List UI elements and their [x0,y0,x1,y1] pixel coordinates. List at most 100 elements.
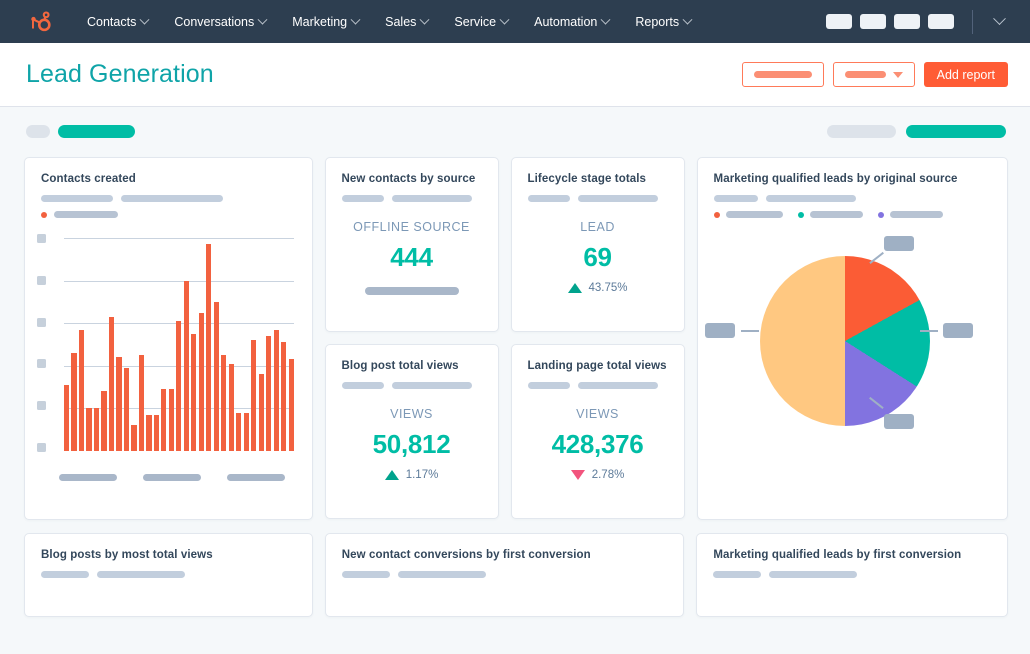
nav-utility-group [826,9,1016,34]
bar [176,321,182,451]
subtitle-bar [341,382,384,389]
bar [93,408,100,451]
add-report-button[interactable]: Add report [923,62,1008,87]
bar [251,340,257,451]
nav-utility-placeholder[interactable] [860,14,886,29]
card-new-contacts-by-source[interactable]: New contacts by source OFFLINE SOURCE 44… [324,157,499,332]
nav-item-automation[interactable]: Automation [521,0,622,43]
x-axis-labels [25,466,312,481]
nav-utility-placeholder[interactable] [894,14,920,29]
nav-item-conversations[interactable]: Conversations [161,0,279,43]
metric-label: LEAD [580,220,615,234]
card-title: Marketing qualified leads by first conve… [713,549,962,561]
y-axis-tick-placeholder [37,442,46,452]
bar [183,280,189,451]
nav-item-label: Conversations [174,14,255,29]
card-subtitle-placeholders [326,561,684,578]
legend-label-placeholder [889,211,943,218]
y-axis-tick-placeholder [37,401,46,411]
secondary-action-button[interactable] [741,62,824,87]
chevron-down-icon [419,14,430,29]
bar [161,389,167,451]
bar [288,359,294,451]
subtitle-bar [391,382,472,389]
bar [168,389,174,451]
card-title: New contacts by source [341,173,476,185]
card-blog-posts-by-most-total-views[interactable]: Blog posts by most total views [24,533,313,617]
card-title: Blog post total views [341,360,459,372]
subtitle-bar [577,195,658,202]
metric-delta: 1.17% [326,469,498,481]
legend-label-placeholder [54,211,118,218]
triangle-up-icon [384,470,399,480]
dropdown-action-button[interactable] [832,62,915,87]
chevron-down-icon [600,14,611,29]
nav-utility-placeholder[interactable] [826,14,852,29]
y-axis-tick-placeholder [37,275,46,285]
bar [116,357,122,451]
card-contacts-created[interactable]: Contacts created [24,157,313,520]
card-mql-by-original-source[interactable]: Marketing qualified leads by original so… [696,157,1008,520]
card-landing-page-total-views[interactable]: Landing page total views VIEWS 428,376 2… [510,344,685,519]
bar [273,329,279,451]
nav-item-label: Reports [635,14,680,29]
bar [101,391,107,451]
nav-item-label: Marketing [292,14,348,29]
nav-item-label: Sales [385,14,417,29]
pie-callout-label [883,414,914,429]
pie-callout-leader [919,330,938,332]
bar [198,312,204,451]
x-axis-label-placeholder [59,474,117,481]
nav-item-label: Automation [534,14,598,29]
legend-dot-icon [877,211,884,218]
pie-chart-area [698,224,1007,482]
bar [213,301,219,451]
y-axis-tick-placeholder [37,234,46,243]
bar [146,414,152,451]
nav-item-reports[interactable]: Reports [622,0,704,43]
pie-legend [698,202,1007,218]
delta-value: 2.78% [591,469,625,481]
subtitle-bar [341,195,384,202]
y-axis-labels [37,234,49,452]
dashboard-row-2: Blog posts by most total views New conta… [24,533,1008,617]
subtitle-bar [577,382,658,389]
card-mql-by-first-conversion[interactable]: Marketing qualified leads by first conve… [696,533,1008,617]
redacted-label [844,71,886,78]
nav-item-contacts[interactable]: Contacts [74,0,161,43]
card-new-contact-conversions-by-first-conversion[interactable]: New contact conversions by first convers… [324,533,685,617]
subtitle-bar [121,195,223,202]
filter-chip-active[interactable] [58,124,135,138]
legend-dot-icon [797,211,804,218]
card-title: Blog posts by most total views [41,549,213,561]
nav-item-service[interactable]: Service [441,0,521,43]
bar [221,355,227,451]
filter-bar-left [26,124,135,138]
y-axis-tick-placeholder [37,317,46,327]
filter-chip-placeholder[interactable] [26,124,50,138]
y-axis-tick-placeholder [37,359,46,369]
legend-entry [877,211,943,218]
legend-label-placeholder [725,211,783,218]
nav-item-marketing[interactable]: Marketing [279,0,372,43]
nav-utility-placeholder[interactable] [928,14,954,29]
metric-value: 444 [390,242,433,272]
account-chevron-down-icon[interactable] [993,12,1006,26]
add-report-label: Add report [936,67,995,82]
card-subtitle-placeholders [512,372,684,389]
filter-chip-active[interactable] [906,124,1006,138]
hubspot-sprocket-logo[interactable] [26,9,52,35]
filter-chip-placeholder[interactable] [827,124,896,138]
nav-item-sales[interactable]: Sales [372,0,441,43]
card-blog-post-total-views[interactable]: Blog post total views VIEWS 50,812 1.17% [324,344,499,519]
card-subtitle-placeholders [25,185,312,202]
x-axis-label-placeholder [227,474,285,481]
triangle-down-icon [570,470,585,480]
card-lifecycle-stage-totals[interactable]: Lifecycle stage totals LEAD 69 43.75% [510,157,685,332]
card-subtitle-placeholders [326,185,498,202]
bar [206,244,212,451]
subtitle-bar [41,195,113,202]
header-actions: Add report [741,62,1008,87]
dashboard-grid: Contacts created New contacts by source … [0,151,1030,617]
metric-value: 69 [583,242,612,272]
